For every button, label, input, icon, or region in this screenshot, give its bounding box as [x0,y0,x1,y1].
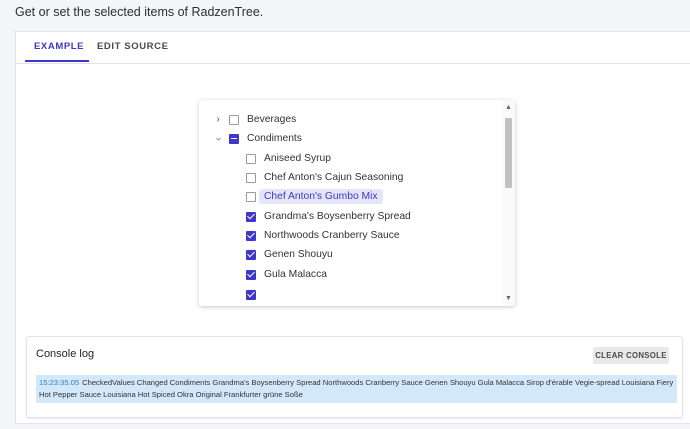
tree-item-label: Chef Anton's Gumbo Mix [259,189,383,204]
example-card: EXAMPLE EDIT SOURCE › Beverages › Condim… [15,31,690,424]
console-log-entry: 15:23:35.05 CheckedValues Changed Condime… [36,375,677,403]
chevron-right-icon[interactable]: › [213,114,223,125]
checkbox[interactable] [246,230,256,241]
intro-text: Get or set the selected items of RadzenT… [15,5,264,19]
radzen-tree[interactable]: › Beverages › Condiments Aniseed Syrup C… [199,100,515,306]
checkbox[interactable] [246,172,256,183]
tree-item-gumbo-mix[interactable]: Chef Anton's Gumbo Mix [246,187,383,206]
tree-item-label: Chef Anton's Cajun Seasoning [264,172,404,183]
tree-item-boysenberry-spread[interactable]: Grandma's Boysenberry Spread [246,207,411,226]
tree-item-condiments[interactable]: › Condiments [213,129,302,148]
tree-item-cranberry-sauce[interactable]: Northwoods Cranberry Sauce [246,226,400,245]
active-tab-indicator [25,60,89,62]
checkbox[interactable] [229,114,239,125]
scroll-up-arrow-icon[interactable]: ▲ [504,103,513,112]
checkbox[interactable] [229,133,239,144]
tree-scrollbar[interactable]: ▲ ▼ [502,100,515,306]
checkbox[interactable] [246,191,256,202]
checkbox[interactable] [246,153,256,164]
tree-item-label: Beverages [247,114,297,125]
tab-bar: EXAMPLE EDIT SOURCE [16,32,690,64]
console-title: Console log [36,348,95,360]
scrollbar-thumb[interactable] [505,118,512,188]
checkbox[interactable] [246,249,256,260]
scroll-down-arrow-icon[interactable]: ▼ [504,294,513,303]
clear-console-button[interactable]: CLEAR CONSOLE [593,347,669,364]
checkbox[interactable] [246,211,256,222]
checkbox[interactable] [246,269,256,280]
tree-item-label: Grandma's Boysenberry Spread [264,211,411,222]
tab-example[interactable]: EXAMPLE [34,32,84,62]
tree-item-label: Aniseed Syrup [264,153,331,164]
tree-item-label: Gula Malacca [264,269,327,280]
tree-item-beverages[interactable]: › Beverages [213,110,296,129]
console-panel: Console log CLEAR CONSOLE 15:23:35.05 Che… [26,336,683,418]
tree-item-label: Genen Shouyu [264,249,333,260]
chevron-down-icon[interactable]: › [213,134,224,144]
tree-item-cajun-seasoning[interactable]: Chef Anton's Cajun Seasoning [246,168,403,187]
checkbox[interactable] [246,289,256,300]
tree-item-partial[interactable] [246,285,264,304]
log-message: CheckedValues Changed Condiments Grandma… [39,378,674,399]
tree-item-label: Northwoods Cranberry Sauce [264,230,400,241]
tree-item-gula-malacca[interactable]: Gula Malacca [246,265,327,284]
log-timestamp: 15:23:35.05 [39,378,80,387]
tree-item-aniseed-syrup[interactable]: Aniseed Syrup [246,149,331,168]
tree-item-label: Condiments [247,133,302,144]
tab-edit-source[interactable]: EDIT SOURCE [97,32,169,62]
tree-item-genen-shouyu[interactable]: Genen Shouyu [246,245,333,264]
